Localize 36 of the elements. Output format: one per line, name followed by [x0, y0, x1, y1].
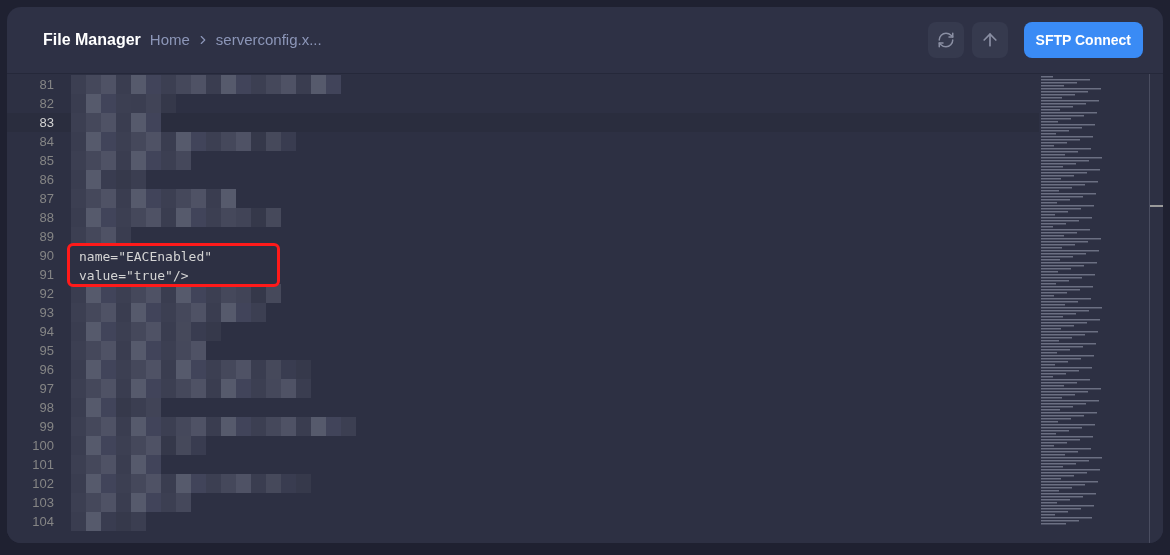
panel-title: File Manager [43, 30, 141, 50]
line-number: 82 [38, 94, 54, 113]
line-number: 91 [38, 265, 54, 284]
line-number: 93 [38, 303, 54, 322]
line-number: 95 [38, 341, 54, 360]
line-number: 98 [38, 398, 54, 417]
line-number: 97 [38, 379, 54, 398]
line-number: 88 [38, 208, 54, 227]
breadcrumb-link[interactable]: serverconfig.x... [215, 28, 322, 52]
scrollbar[interactable] [1149, 74, 1163, 543]
line-number: 102 [31, 474, 54, 493]
line-number: 86 [38, 170, 54, 189]
line-number: 101 [31, 455, 54, 474]
line-number: 87 [38, 189, 54, 208]
code-editor[interactable]: 81 82 83 84 85 86 87 88 89 90 name="EACEnabled" 91 value="true"/> 92 93 94 95 96 97 98 99 100 101 102 103 104 [7, 73, 1163, 543]
line-number: 83 [38, 113, 54, 132]
line-number: 89 [38, 227, 54, 246]
line-number: 90 [38, 246, 54, 265]
line-number: 92 [38, 284, 54, 303]
line-number: 99 [38, 417, 54, 436]
sftp-connect-button[interactable]: SFTP Connect [1023, 22, 1143, 58]
code-line: name="EACEnabled" [78, 248, 213, 264]
line-number: 96 [38, 360, 54, 379]
breadcrumb-link[interactable]: Home [149, 28, 190, 52]
line-number: 81 [38, 75, 54, 94]
line-number: 100 [31, 436, 54, 455]
refresh-icon [936, 31, 955, 49]
line-number: 104 [31, 512, 54, 531]
line-number: 94 [38, 322, 54, 341]
upload-button[interactable] [971, 22, 1008, 58]
refresh-button[interactable] [927, 22, 964, 58]
code-line: value="true"/> [78, 267, 189, 283]
line-number: 103 [31, 493, 54, 512]
line-number: 85 [38, 151, 54, 170]
scrollbar-thumb[interactable] [1150, 205, 1163, 207]
line-number: 84 [38, 132, 54, 151]
